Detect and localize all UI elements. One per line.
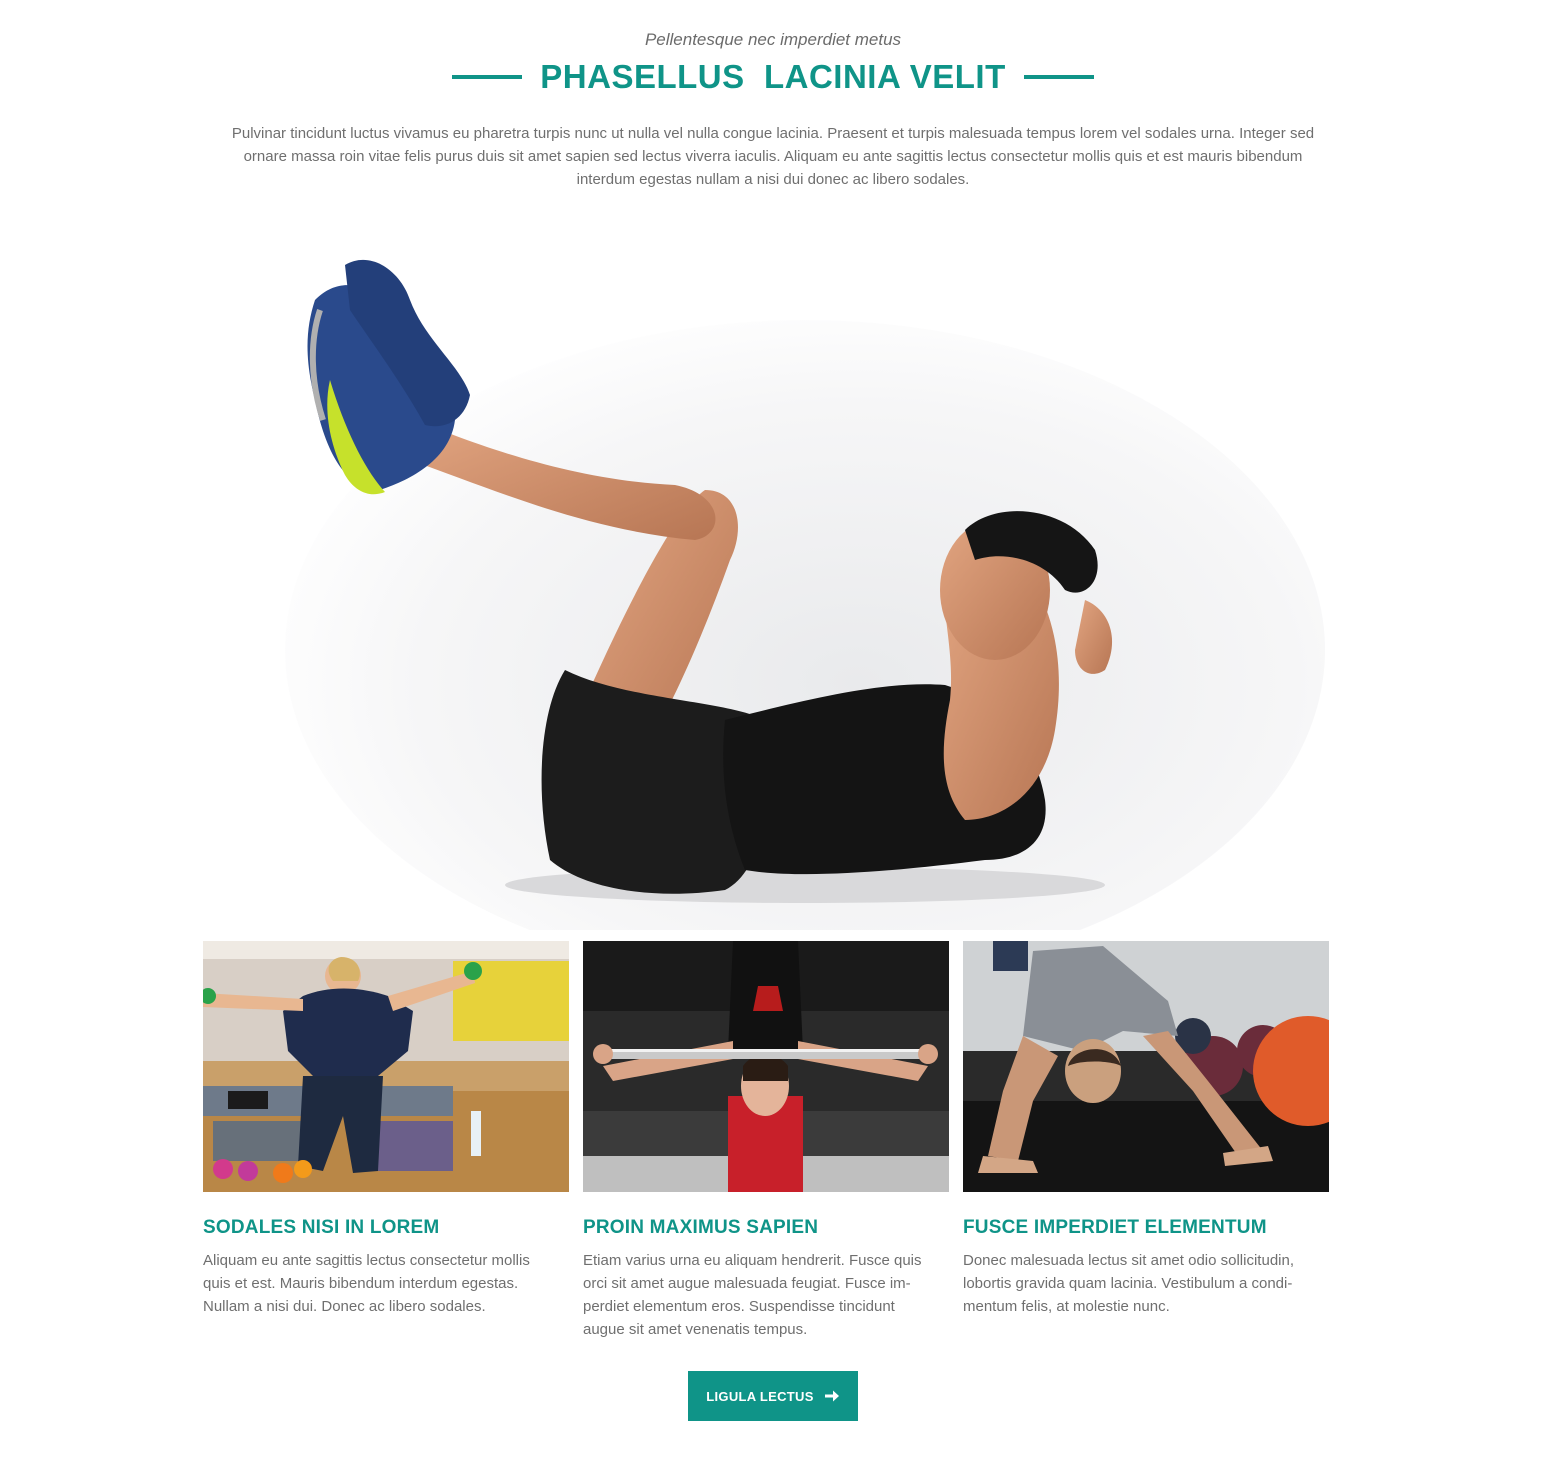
feature-card-1: SODALES NISI IN LOREM Aliquam eu ante sa… bbox=[203, 941, 569, 1318]
feature-card-3: FUSCE IMPERDIET ELEMENTUM Donec malesuad… bbox=[963, 941, 1329, 1318]
hero-image bbox=[205, 230, 1329, 930]
arrow-right-icon bbox=[824, 1390, 839, 1402]
card-text: Donec malesuada lectus sit amet odio sol… bbox=[963, 1252, 1295, 1315]
cta-label: LIGULA LECTUS bbox=[706, 1388, 814, 1404]
section-intro: Pulvinar tincidunt luctus vivamus eu pha… bbox=[231, 125, 1315, 188]
section-title-row: PHASELLUS LACINIA VELIT bbox=[0, 56, 1546, 98]
card-text: Aliquam eu ante sagittis lectus consecte… bbox=[203, 1252, 530, 1315]
card-title: SODALES NISI IN LOREM bbox=[203, 1217, 440, 1238]
section-subtitle: Pellentesque nec imperdiet metus bbox=[644, 30, 902, 49]
title-left-rule bbox=[452, 75, 523, 79]
card-title: FUSCE IMPERDIET ELEMENTUM bbox=[963, 1217, 1267, 1238]
section-title: PHASELLUS LACINIA VELIT bbox=[540, 58, 1006, 95]
card-image-aerobics[interactable] bbox=[203, 941, 569, 1192]
cta-button[interactable]: LIGULA LECTUS bbox=[688, 1371, 858, 1421]
feature-card-2: PROIN MAXIMUS SAPIEN Etiam varius urna e… bbox=[583, 941, 949, 1341]
title-right-rule bbox=[1023, 75, 1094, 79]
card-text: Etiam varius urna eu aliquam hendrerit. … bbox=[583, 1252, 922, 1338]
card-image-stretching[interactable] bbox=[963, 941, 1329, 1192]
card-title: PROIN MAXIMUS SAPIEN bbox=[583, 1217, 819, 1238]
card-image-bench-press[interactable] bbox=[583, 941, 949, 1192]
